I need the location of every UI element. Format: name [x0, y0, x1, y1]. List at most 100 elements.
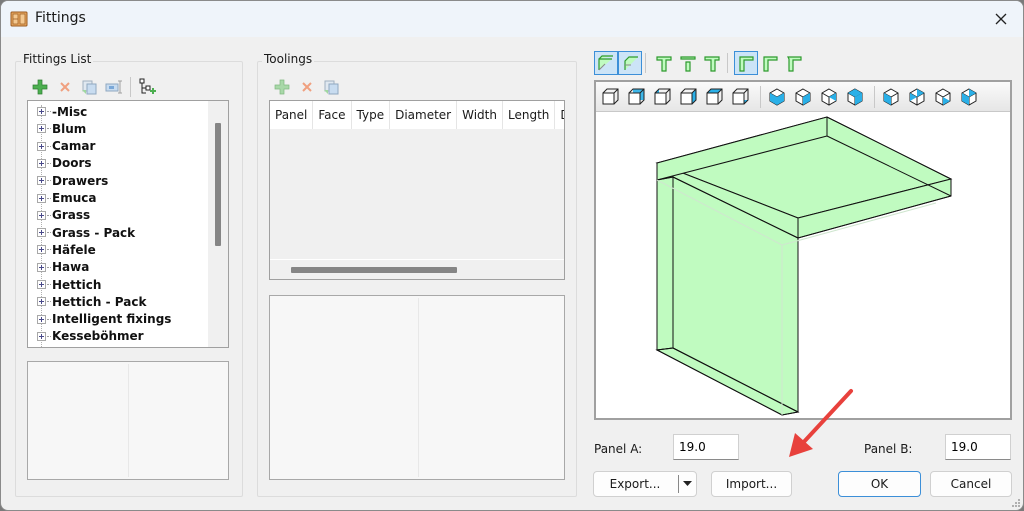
expand-icon[interactable] [37, 193, 46, 203]
expand-icon[interactable] [37, 210, 46, 220]
fittings-tree[interactable]: -Misc Blum Camar Doors Drawers Emuca Grass Gras… [27, 100, 229, 348]
expand-icon[interactable] [37, 141, 46, 151]
add-tooling-button[interactable] [273, 78, 291, 96]
tree-item[interactable]: Blum [28, 120, 86, 137]
tree-item[interactable]: Grass [28, 207, 90, 224]
tree-item-label: Grass - Pack [52, 225, 136, 240]
export-button[interactable]: Export... [593, 471, 697, 497]
tooling-properties-panel [269, 295, 565, 480]
expand-icon[interactable] [37, 262, 46, 272]
expand-icon[interactable] [37, 158, 46, 168]
back-view-button[interactable] [628, 88, 646, 106]
top-view-button[interactable] [706, 88, 724, 106]
tree-item[interactable]: -Misc [28, 103, 87, 120]
add-fitting-button[interactable] [31, 78, 49, 96]
joint-type-7-button[interactable] [758, 51, 782, 75]
right-view-button[interactable] [680, 88, 698, 106]
copy-tooling-button[interactable] [322, 78, 340, 96]
copy-fitting-button[interactable] [80, 78, 98, 96]
joint-type-4-button[interactable] [676, 51, 700, 75]
copy-icon [82, 80, 97, 95]
expand-icon[interactable] [37, 245, 46, 255]
resize-grip[interactable] [1010, 497, 1020, 507]
rename-fitting-button[interactable] [105, 78, 123, 96]
expand-icon[interactable] [37, 331, 46, 341]
tree-item[interactable]: Hettich [28, 276, 101, 293]
joint-type-3-button[interactable] [652, 51, 676, 75]
tree-item-label: Drawers [52, 173, 109, 188]
tree-item[interactable]: Doors [28, 155, 92, 172]
tree-item[interactable]: Intelligent fixings [28, 311, 171, 328]
tree-connector [47, 232, 51, 234]
joint-icon [680, 56, 696, 72]
tree-item[interactable]: Häfele [28, 241, 96, 258]
3d-viewport[interactable] [594, 80, 1012, 420]
joint-type-1-button[interactable] [594, 51, 618, 75]
panel-b-input[interactable] [945, 434, 1011, 460]
column-header[interactable]: Diameter [390, 101, 458, 129]
table-horizontal-scrollbar[interactable] [270, 259, 564, 279]
column-header[interactable]: Panel [270, 101, 314, 129]
front-view-button[interactable] [602, 88, 620, 106]
iso-view-6-button[interactable] [908, 88, 926, 106]
tree-item-label: Hettich [52, 277, 102, 292]
column-header[interactable]: Dep [555, 101, 564, 129]
iso-view-4-button[interactable] [846, 88, 864, 106]
joint-type-8-button[interactable] [782, 51, 806, 75]
expand-icon[interactable] [37, 314, 46, 324]
view-cube-icon [602, 88, 619, 105]
expand-icon[interactable] [37, 107, 46, 116]
joint-type-2-button[interactable] [618, 51, 642, 75]
toolbar-separator [727, 53, 728, 73]
column-header[interactable]: Width [457, 101, 503, 129]
toolings-table[interactable]: PanelFaceTypeDiameterWidthLengthDep [269, 100, 565, 280]
tree-item[interactable]: Grass - Pack [28, 224, 135, 241]
panel-a-input[interactable] [673, 434, 739, 460]
expand-icon[interactable] [37, 228, 46, 238]
column-header[interactable]: Length [503, 101, 556, 129]
iso-view-3-button[interactable] [820, 88, 838, 106]
tree-item[interactable]: Hettich - Pack [28, 293, 146, 310]
fittings-list-label: Fittings List [21, 52, 94, 66]
tree-item[interactable]: Drawers [28, 172, 108, 189]
import-button[interactable]: Import... [711, 471, 792, 497]
scrollbar-thumb[interactable] [291, 267, 457, 273]
tree-item[interactable]: Camar [28, 138, 95, 155]
export-dropdown-button[interactable] [678, 475, 696, 493]
column-header[interactable]: Face [313, 101, 352, 129]
iso-view-7-button[interactable] [934, 88, 952, 106]
expand-icon[interactable] [37, 176, 46, 186]
add-group-button[interactable] [138, 78, 156, 96]
tree-item[interactable]: Kesseböhmer [28, 328, 144, 345]
iso-view-8-button[interactable] [960, 88, 978, 106]
joint-type-5-button[interactable] [700, 51, 724, 75]
close-button[interactable] [987, 5, 1015, 33]
joint-type-6-button[interactable] [734, 51, 758, 75]
tree-item[interactable]: Emuca [28, 190, 96, 207]
iso-view-2-button[interactable] [794, 88, 812, 106]
expand-icon[interactable] [37, 124, 46, 134]
left-view-button[interactable] [654, 88, 672, 106]
toolings-label: Toolings [262, 52, 315, 66]
delete-fitting-button[interactable] [56, 78, 74, 96]
tree-item-label: Doors [52, 156, 92, 171]
tree-vertical-scrollbar[interactable] [208, 101, 228, 347]
tree-item[interactable]: Hawa [28, 259, 89, 276]
expand-icon[interactable] [37, 297, 46, 307]
ok-button[interactable]: OK [838, 471, 921, 497]
green-plus-icon [32, 79, 48, 95]
column-header[interactable]: Type [352, 101, 391, 129]
tree-connector [47, 249, 51, 251]
tree-item-label: Emuca [52, 191, 97, 205]
cancel-button[interactable]: Cancel [930, 471, 1012, 497]
iso-view-1-button[interactable] [768, 88, 786, 106]
tree-item-label: -Misc [52, 104, 88, 119]
delete-tooling-button[interactable] [298, 78, 316, 96]
expand-icon[interactable] [37, 280, 46, 289]
scrollbar-thumb[interactable] [215, 123, 221, 246]
view-cube-icon [654, 88, 671, 105]
iso-view-5-button[interactable] [882, 88, 900, 106]
ok-label: OK [870, 477, 889, 491]
toolbar-separator [760, 86, 761, 108]
bottom-view-button[interactable] [732, 88, 750, 106]
